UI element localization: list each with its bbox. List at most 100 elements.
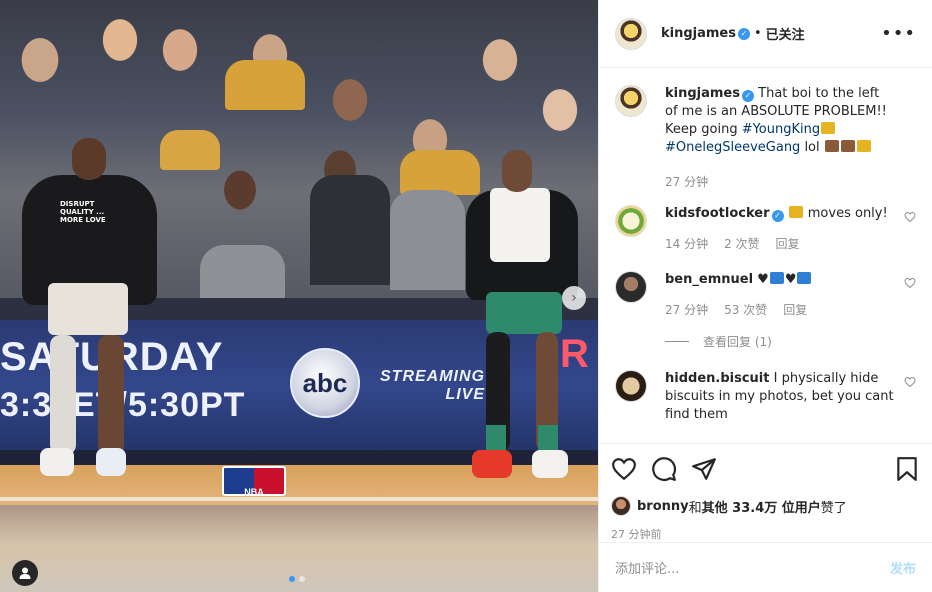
post-timestamp: 27 分钟前	[611, 528, 662, 541]
black-heart-emoji-icon: ♥	[784, 272, 797, 287]
post-header: kingjames ✓ • 已关注 •••	[599, 0, 932, 68]
comment-meta: 14 分钟 2 次赞 回复	[665, 235, 894, 253]
user-icon	[19, 567, 31, 579]
avatar[interactable]	[615, 271, 647, 303]
carousel-dot	[299, 576, 305, 582]
reply-divider	[665, 341, 689, 342]
comment-likes[interactable]: 53 次赞	[724, 301, 767, 319]
likes-summary: bronny 和 其他 33.4万 位用户 赞了	[611, 496, 920, 516]
avatar[interactable]	[615, 17, 647, 50]
comment-time: 27 分钟	[665, 303, 709, 317]
likes-count-link[interactable]: 其他 33.4万 位用户	[702, 497, 821, 516]
caption: kingjames ✓ That boi to the left of me is…	[615, 85, 916, 191]
fan-jersey	[160, 130, 220, 170]
carousel-next-button[interactable]: ›	[562, 286, 586, 310]
heart-icon[interactable]	[904, 211, 916, 223]
comment-username[interactable]: hidden.biscuit	[665, 371, 769, 386]
player-left-head	[72, 138, 106, 180]
heart-icon[interactable]	[611, 456, 637, 482]
praying-hands-emoji-icon	[824, 140, 839, 152]
courtside-fan	[390, 190, 465, 290]
verified-badge-icon: ✓	[742, 90, 754, 102]
caption-time: 27 分钟	[665, 175, 709, 189]
courtside-fan	[310, 175, 390, 285]
action-icons	[611, 454, 920, 484]
liker-username[interactable]: bronny	[637, 499, 689, 514]
player-left-shoe	[96, 448, 126, 476]
likes-connector: 和	[688, 500, 702, 516]
comment-text: hidden.biscuit I physically hide biscuit…	[665, 370, 894, 424]
add-comment-bar: 添加评论... 发布	[599, 542, 932, 592]
view-replies-label: 查看回复 (1)	[703, 335, 772, 349]
hashtag-link[interactable]: #OnelegSleeveGang	[665, 140, 800, 155]
caption-username[interactable]: kingjames	[665, 86, 740, 101]
comment: ben_emnuel ♥ ♥ 27 分钟 53 次赞 回复	[615, 271, 916, 319]
network-logo: abc	[290, 348, 360, 418]
top-emoji-icon	[797, 272, 812, 284]
court-line	[0, 497, 598, 501]
comment-input[interactable]: 添加评论...	[615, 558, 890, 577]
view-replies-button[interactable]: 查看回复 (1)	[665, 333, 916, 350]
following-button[interactable]: 已关注	[766, 24, 805, 43]
comment-username[interactable]: ben_emnuel	[665, 272, 753, 287]
more-options-icon[interactable]: •••	[881, 24, 916, 42]
fan-jersey	[225, 60, 305, 110]
comment-body: moves only!	[803, 206, 888, 221]
comment-username[interactable]: kidsfootlocker	[665, 206, 770, 221]
banner-streaming-line: STREAMING	[380, 368, 485, 385]
black-heart-emoji-icon: ♥	[757, 272, 769, 287]
post-comment-button[interactable]: 发布	[890, 558, 916, 577]
crown-emoji-icon	[821, 122, 836, 134]
comment-bubble-icon[interactable]	[651, 456, 677, 482]
floor-reflection	[0, 505, 598, 545]
flexed-arm-emoji-icon	[840, 140, 855, 152]
banner-red-sign: R	[560, 332, 589, 376]
post-side-panel: kingjames ✓ • 已关注 ••• kingjames ✓ That bo…	[598, 0, 932, 592]
carousel-indicator	[289, 576, 305, 582]
player-left-leg	[50, 335, 76, 455]
avatar[interactable]	[615, 85, 647, 117]
avatar[interactable]	[615, 205, 647, 237]
avatar[interactable]	[615, 370, 647, 402]
tagged-users-button[interactable]	[12, 560, 38, 586]
reply-button[interactable]: 回复	[776, 235, 800, 253]
caption-tail: lol	[800, 140, 824, 155]
courtside-fan	[200, 245, 285, 305]
crown-emoji-icon	[856, 140, 871, 152]
likes-suffix: 赞了	[820, 500, 847, 516]
player-right-shoe	[472, 450, 512, 478]
avatar[interactable]	[611, 496, 631, 516]
comment: kidsfootlocker ✓ moves only! 14 分钟 2 次赞 回…	[615, 205, 916, 253]
heart-icon[interactable]	[904, 376, 916, 388]
post-photo[interactable]: SATURDAY 3:30ET/5:30PT abc STREAMING LIV…	[0, 0, 598, 592]
comment-text: ben_emnuel ♥ ♥	[665, 271, 894, 289]
player-left-leg	[98, 335, 124, 455]
banner-streaming: STREAMING LIVE	[380, 368, 485, 404]
player-right-shoe	[532, 450, 568, 478]
chevron-right-icon: ›	[571, 290, 577, 306]
comment-time: 14 分钟	[665, 237, 709, 251]
hashtag-link[interactable]: #YoungKing	[742, 122, 820, 137]
top-emoji-icon	[769, 272, 784, 284]
player-left-shorts	[48, 283, 128, 335]
author-username[interactable]: kingjames	[661, 26, 736, 41]
verified-badge-icon: ✓	[738, 27, 750, 40]
caption-meta: 27 分钟	[665, 173, 894, 191]
shirt-print: DISRUPT QUALITY ... MORE LOVE	[60, 200, 106, 224]
player-left-shoe	[40, 448, 74, 476]
comment-text: kidsfootlocker ✓ moves only!	[665, 205, 894, 223]
crown-emoji-icon	[788, 206, 803, 218]
bookmark-icon[interactable]	[894, 456, 920, 482]
verified-badge-icon: ✓	[771, 210, 784, 222]
banner-live-line: LIVE	[445, 386, 485, 403]
separator-dot: •	[754, 26, 762, 41]
comments-list[interactable]: kingjames ✓ That boi to the left of me is…	[599, 69, 932, 443]
comment: hidden.biscuit I physically hide biscuit…	[615, 370, 916, 424]
player-right-shorts	[486, 292, 562, 334]
player-right-head	[502, 150, 532, 192]
comment-likes[interactable]: 2 次赞	[724, 235, 759, 253]
carousel-dot-active	[289, 576, 295, 582]
paper-plane-icon[interactable]	[691, 456, 717, 482]
heart-icon[interactable]	[904, 277, 916, 289]
reply-button[interactable]: 回复	[783, 301, 807, 319]
